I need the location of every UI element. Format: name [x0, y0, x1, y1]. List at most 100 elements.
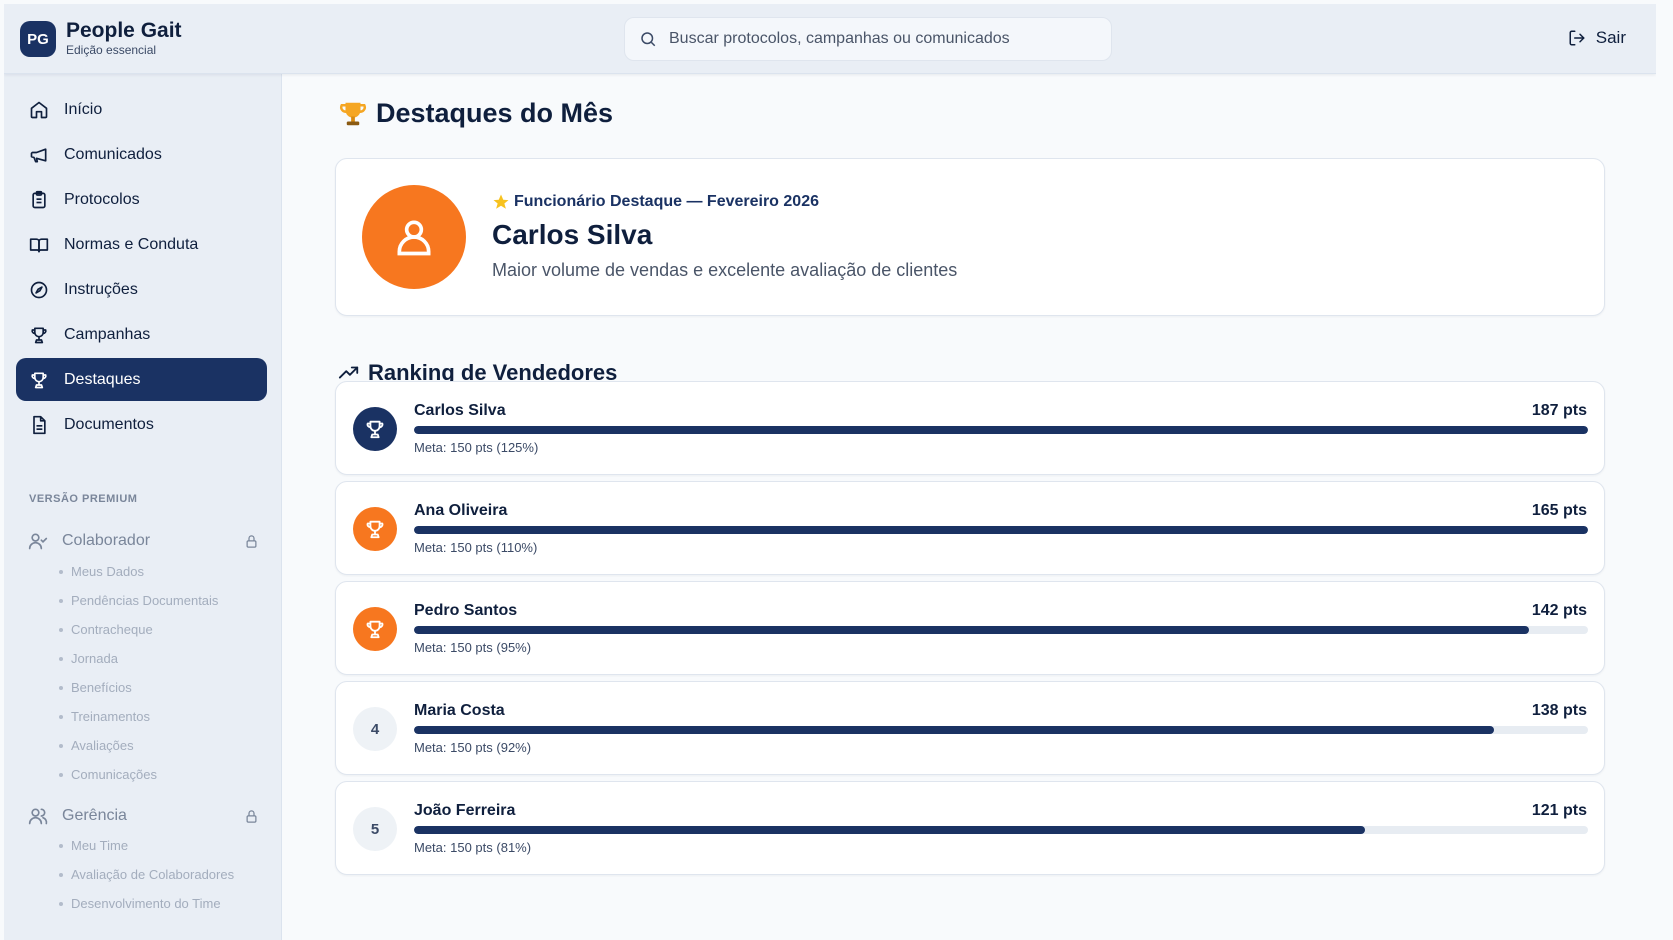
user-check-icon [28, 533, 48, 550]
trophy-icon [353, 507, 397, 551]
subitem-label: Meus Dados [71, 564, 144, 579]
subitem-label: Pendências Documentais [71, 593, 219, 608]
progress-bar [414, 826, 1588, 834]
sidebar-subitem-beneficios[interactable]: Benefícios [59, 680, 132, 695]
ranking-card[interactable]: Carlos Silva 187 pts Meta: 150 pts (125%) [335, 381, 1605, 475]
brand-name: People Gait [66, 19, 182, 42]
trophy-icon [353, 607, 397, 651]
logout-icon [1569, 30, 1585, 46]
trophy-icon [28, 369, 50, 391]
sidebar-item-campanhas[interactable]: Campanhas [16, 313, 267, 356]
sidebar-group-colaborador[interactable]: Colaborador [28, 528, 259, 554]
app-window: PG People Gait Edição essencial Sair Iní… [4, 4, 1656, 940]
subitem-label: Desenvolvimento do Time [71, 896, 221, 911]
ranking-name: João Ferreira [414, 802, 516, 819]
sidebar-item-label: Protocolos [64, 190, 140, 208]
user-icon [397, 220, 431, 256]
megaphone-icon [28, 144, 50, 166]
featured-employee-card: Funcionário Destaque — Fevereiro 2026 Ca… [335, 158, 1605, 316]
brand[interactable]: PG People Gait Edição essencial [20, 20, 182, 58]
progress-bar [414, 726, 1588, 734]
sidebar-item-inicio[interactable]: Início [16, 88, 267, 131]
ranking-card[interactable]: Pedro Santos 142 pts Meta: 150 pts (95%) [335, 581, 1605, 675]
lock-icon [246, 534, 257, 548]
progress-bar [414, 426, 1588, 434]
trophy-icon [28, 324, 50, 346]
subitem-label: Comunicações [71, 767, 157, 782]
sidebar-item-normas[interactable]: Normas e Conduta [16, 223, 267, 266]
sidebar-subitem-jornada[interactable]: Jornada [59, 651, 118, 666]
sidebar-subitem-avaliacao-colaboradores[interactable]: Avaliação de Colaboradores [59, 867, 234, 882]
group-label: Gerência [62, 807, 127, 824]
top-header: PG People Gait Edição essencial Sair [4, 4, 1656, 74]
sidebar-item-label: Documentos [64, 415, 154, 433]
page-title-text: Destaques do Mês [376, 98, 614, 128]
ranking-goal: Meta: 150 pts (92%) [414, 740, 532, 755]
sidebar-item-destaques[interactable]: Destaques [16, 358, 267, 401]
sidebar-subitem-meu-time[interactable]: Meu Time [59, 838, 128, 853]
sidebar-subitem-desenvolvimento[interactable]: Desenvolvimento do Time [59, 896, 221, 911]
home-icon [28, 99, 50, 121]
book-icon [28, 234, 50, 256]
progress-bar [414, 526, 1588, 534]
ranking-card[interactable]: 5 João Ferreira 121 pts Meta: 150 pts (81%) [335, 781, 1605, 875]
logout-button[interactable]: Sair [1568, 28, 1626, 48]
sidebar-group-gerencia[interactable]: Gerência [28, 803, 259, 829]
ranking-name: Carlos Silva [414, 402, 506, 419]
brand-logo: PG [20, 21, 56, 57]
subitem-label: Contracheque [71, 622, 153, 637]
ranking-name: Ana Oliveira [414, 502, 508, 519]
search-box[interactable] [624, 17, 1112, 61]
sidebar-item-documentos[interactable]: Documentos [16, 403, 267, 446]
sidebar-subitem-meus-dados[interactable]: Meus Dados [59, 564, 144, 579]
sidebar: Início Comunicados Protocolos Normas e C… [4, 74, 282, 940]
sidebar-subitem-treinamentos[interactable]: Treinamentos [59, 709, 150, 724]
logout-label: Sair [1595, 28, 1626, 47]
trophy-icon [353, 407, 397, 451]
sidebar-subitem-contracheque[interactable]: Contracheque [59, 622, 153, 637]
search-input[interactable] [669, 30, 1089, 48]
sidebar-subitem-avaliacoes[interactable]: Avaliações [59, 738, 134, 753]
subitem-label: Benefícios [71, 680, 132, 695]
star-icon [493, 194, 509, 209]
sidebar-item-label: Início [64, 100, 103, 118]
sidebar-item-label: Normas e Conduta [64, 235, 199, 253]
group-label: Colaborador [62, 532, 151, 549]
ranking-points: 121 pts [1531, 802, 1587, 819]
main-content: Destaques do Mês Funcionário Destaque — … [282, 74, 1656, 940]
clipboard-icon [28, 189, 50, 211]
compass-icon [28, 279, 50, 301]
search-icon [641, 32, 656, 47]
subitem-label: Treinamentos [71, 709, 150, 724]
progress-fill [414, 626, 1530, 634]
avatar [362, 185, 466, 289]
sidebar-item-instrucoes[interactable]: Instruções [16, 268, 267, 311]
ranking-card[interactable]: 4 Maria Costa 138 pts Meta: 150 pts (92%) [335, 681, 1605, 775]
progress-fill [414, 526, 1588, 534]
ranking-goal: Meta: 150 pts (81%) [414, 840, 532, 855]
ranking-goal: Meta: 150 pts (110%) [414, 540, 538, 555]
sidebar-item-comunicados[interactable]: Comunicados [16, 133, 267, 176]
featured-name: Carlos Silva [492, 219, 653, 250]
rank-position: 4 [353, 707, 397, 751]
ranking-points: 142 pts [1531, 602, 1587, 619]
lock-icon [246, 809, 257, 823]
sidebar-item-label: Comunicados [64, 145, 162, 163]
sidebar-item-label: Instruções [64, 280, 138, 298]
ranking-name: Maria Costa [414, 702, 505, 719]
sidebar-subitem-pendencias[interactable]: Pendências Documentais [59, 593, 218, 608]
rank-position: 5 [353, 807, 397, 851]
ranking-card[interactable]: Ana Oliveira 165 pts Meta: 150 pts (110%) [335, 481, 1605, 575]
trophy-emoji-icon [340, 102, 366, 125]
sidebar-item-label: Campanhas [64, 325, 151, 343]
sidebar-subitem-comunicacoes[interactable]: Comunicações [59, 767, 157, 782]
ranking-points: 187 pts [1531, 402, 1587, 419]
subitem-label: Jornada [71, 651, 118, 666]
featured-tag-text: Funcionário Destaque — Fevereiro 2026 [514, 193, 819, 210]
document-icon [28, 414, 50, 436]
progress-fill [414, 426, 1588, 434]
featured-description: Maior volume de vendas e excelente avali… [492, 260, 958, 280]
sidebar-item-protocolos[interactable]: Protocolos [16, 178, 267, 221]
users-icon [28, 808, 48, 825]
sidebar-item-label: Destaques [64, 370, 141, 388]
